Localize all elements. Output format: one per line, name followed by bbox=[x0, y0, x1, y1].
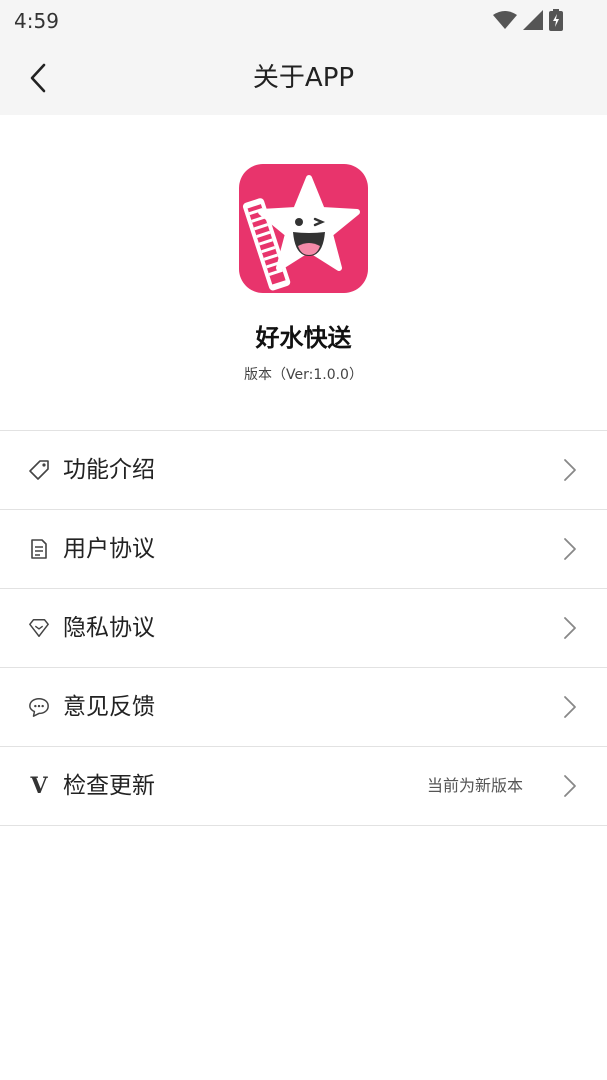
update-status: 当前为新版本 bbox=[426, 776, 523, 795]
status-time: 4:59 bbox=[14, 9, 59, 33]
tag-icon bbox=[28, 459, 50, 481]
chevron-right-icon bbox=[564, 459, 576, 481]
menu-item-label: 检查更新 bbox=[63, 773, 155, 799]
menu-item-check-update[interactable]: V 检查更新 当前为新版本 bbox=[0, 747, 607, 826]
menu-item-features[interactable]: 功能介绍 bbox=[0, 431, 607, 510]
menu-item-label: 意见反馈 bbox=[63, 694, 155, 720]
menu-item-feedback[interactable]: 意见反馈 bbox=[0, 668, 607, 747]
page-title: 关于APP bbox=[252, 63, 355, 93]
battery-icon bbox=[549, 9, 563, 31]
status-icons bbox=[493, 8, 563, 32]
app-header: 4:59 关于APP bbox=[0, 0, 607, 115]
chevron-right-icon bbox=[564, 775, 576, 797]
cell-signal-icon bbox=[523, 10, 543, 30]
menu-item-label: 功能介绍 bbox=[63, 457, 155, 483]
menu-item-user-agreement[interactable]: 用户协议 bbox=[0, 510, 607, 589]
chevron-right-icon bbox=[564, 538, 576, 560]
menu-item-label: 隐私协议 bbox=[63, 615, 155, 641]
chevron-right-icon bbox=[564, 696, 576, 718]
version-v-icon: V bbox=[30, 773, 48, 799]
star-mascot-icon bbox=[242, 175, 360, 291]
settings-list: 功能介绍 用户协议 隐私协议 意见反馈 V 检查更新 当前为新版本 bbox=[0, 430, 607, 826]
menu-item-privacy-policy[interactable]: 隐私协议 bbox=[0, 589, 607, 668]
wifi-icon bbox=[493, 11, 517, 29]
document-icon bbox=[28, 538, 50, 560]
chevron-right-icon bbox=[564, 617, 576, 639]
app-version: 版本（Ver:1.0.0） bbox=[244, 367, 363, 383]
chat-bubble-icon bbox=[28, 696, 50, 718]
diamond-icon bbox=[28, 617, 50, 639]
menu-item-label: 用户协议 bbox=[63, 536, 155, 562]
app-logo bbox=[239, 164, 368, 293]
app-name: 好水快送 bbox=[255, 324, 352, 352]
